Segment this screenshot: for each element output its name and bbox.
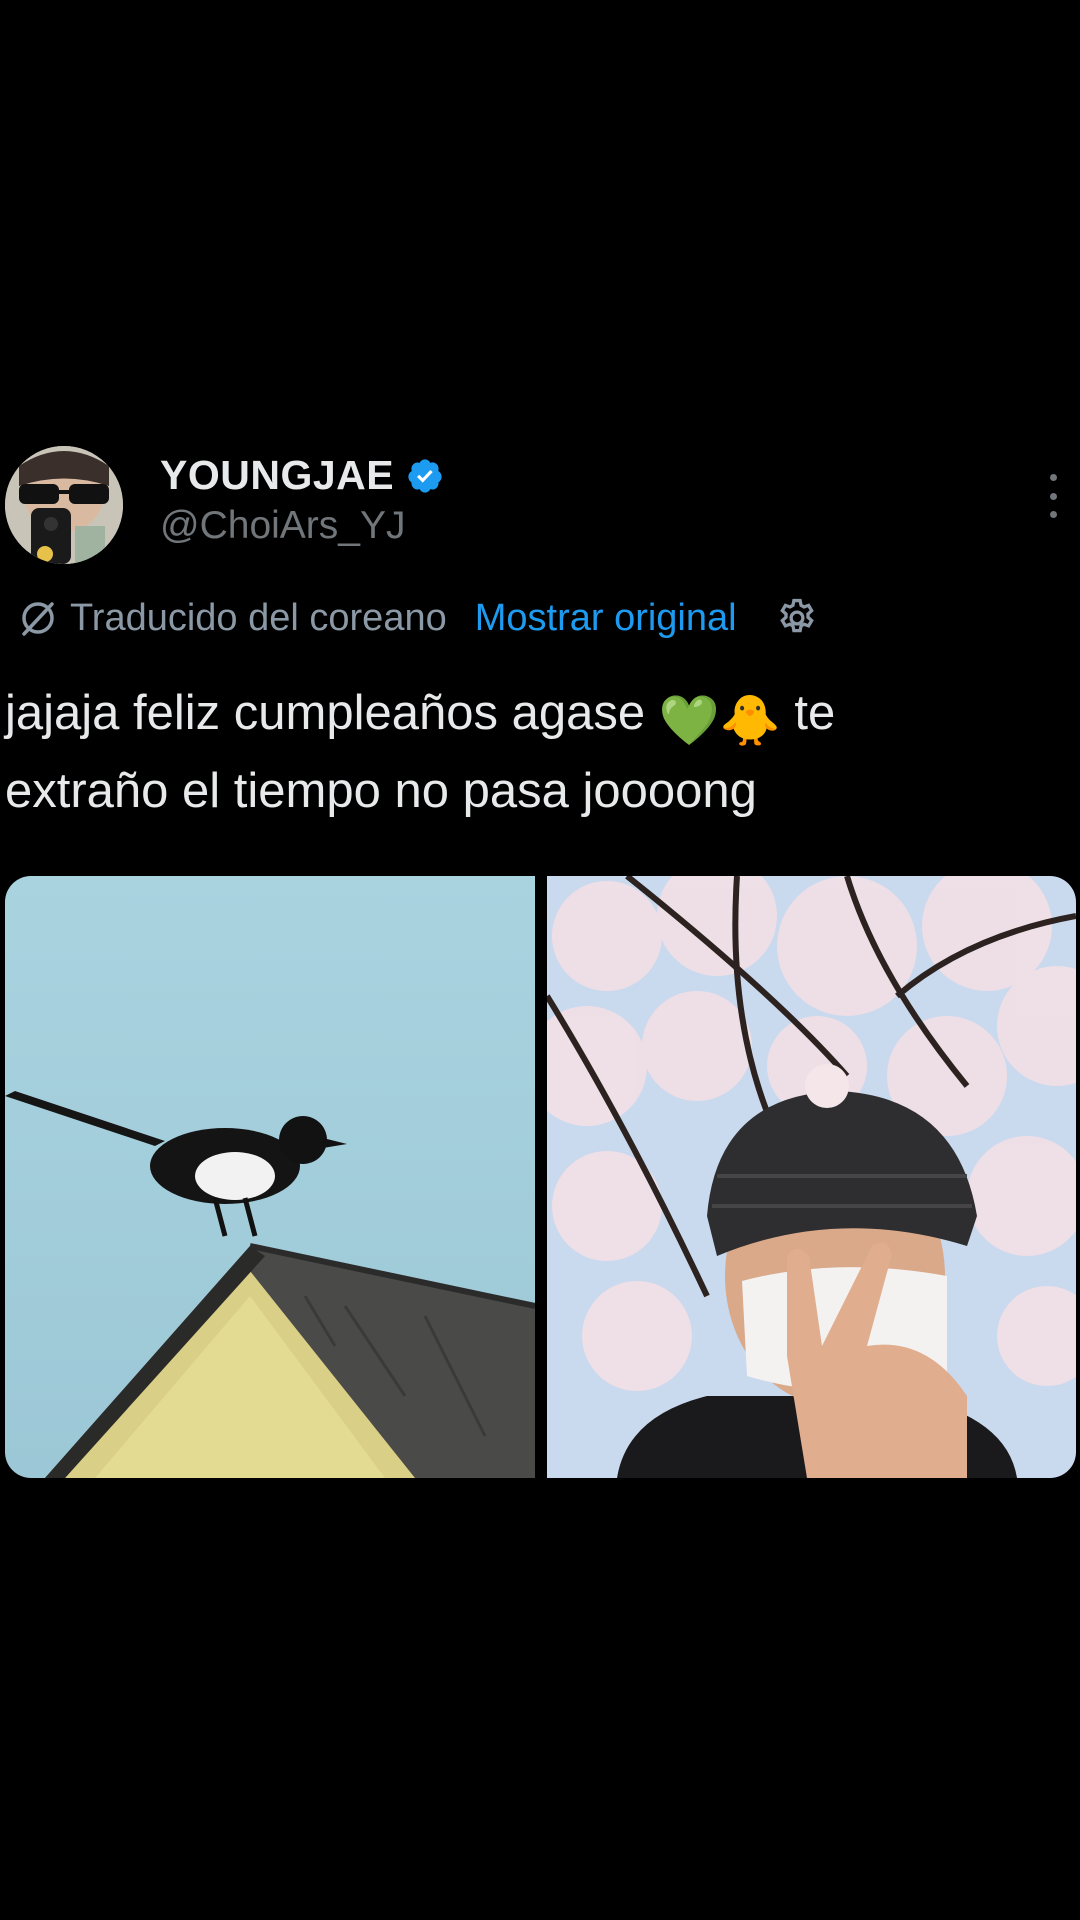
show-original-link[interactable]: Mostrar original	[475, 597, 737, 640]
name-row: YOUNGJAE	[160, 452, 444, 499]
tweet-text-line1-end: te	[780, 686, 836, 740]
tweet-header: YOUNGJAE @ChoiArs_YJ	[0, 440, 1080, 570]
translation-bar: Traducido del coreano Mostrar original	[18, 588, 819, 648]
tweet-text-line2: extraño el tiempo no pasa joooong	[5, 764, 757, 818]
gear-icon[interactable]	[775, 596, 819, 640]
green-heart-emoji: 💚	[658, 694, 720, 748]
tweet-text: jajaja feliz cumpleaños agase 💚🐥 te extr…	[5, 678, 1065, 826]
photo-selfie-cherry-blossoms[interactable]	[547, 876, 1076, 1478]
verified-badge-icon	[408, 458, 442, 493]
avatar[interactable]	[5, 446, 123, 564]
tweet-text-line1: jajaja feliz cumpleaños agase	[5, 686, 659, 740]
more-options-icon[interactable]	[1046, 474, 1060, 518]
media-grid	[5, 876, 1076, 1478]
photo-magpie-on-roof[interactable]	[5, 876, 535, 1478]
translated-label: Traducido del coreano	[70, 596, 447, 639]
display-name[interactable]: YOUNGJAE	[160, 452, 394, 499]
translate-icon	[22, 602, 54, 636]
chick-emoji: 🐥	[719, 694, 781, 748]
handle[interactable]: @ChoiArs_YJ	[160, 504, 406, 548]
